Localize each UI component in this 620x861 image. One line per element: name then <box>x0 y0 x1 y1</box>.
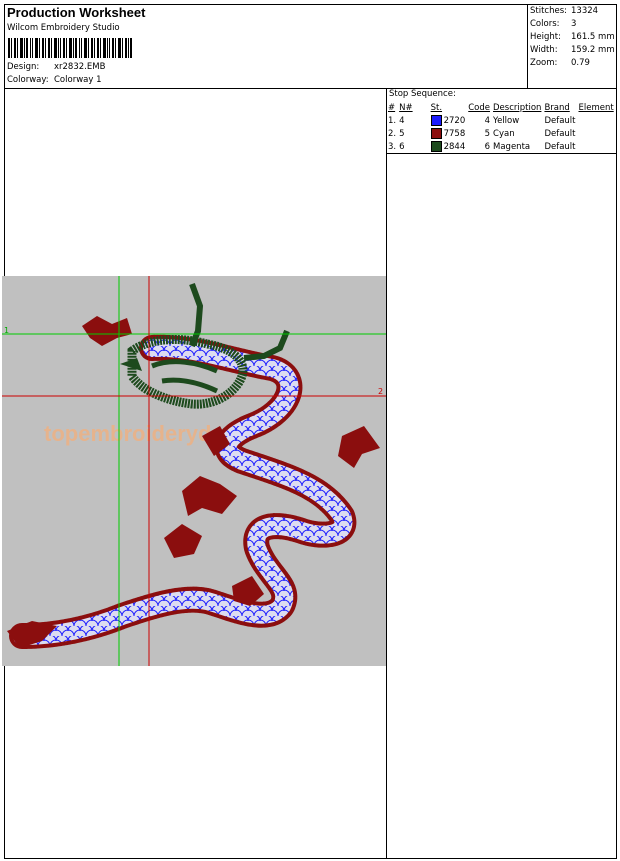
marker-1: 1 <box>4 326 9 335</box>
marker-2: 2 <box>378 387 383 396</box>
element-type <box>579 127 617 140</box>
colorway-value: Colorway 1 <box>54 75 102 85</box>
color-code: 5 <box>484 128 491 139</box>
stat-label: Colors: <box>530 18 560 29</box>
thread-brand: Default <box>544 141 576 152</box>
dragon-embroidery-image: topembroideryd... 1 2 <box>2 276 386 666</box>
color-code: 4 <box>484 115 491 126</box>
stat-value: 159.2 mm <box>571 44 615 55</box>
color-description: Cyan <box>493 128 515 139</box>
row-number: 1. <box>388 115 397 126</box>
stat-height: Height: 161.5 mm <box>530 30 615 43</box>
stitch-count: 2720 <box>443 116 466 126</box>
stitch-count: 7758 <box>443 129 466 139</box>
column-header: Brand <box>544 102 570 113</box>
stat-label: Width: <box>530 44 558 55</box>
element-type <box>579 114 617 127</box>
stat-colors: Colors: 3 <box>530 17 615 30</box>
column-divider <box>386 88 387 859</box>
row-number: 2. <box>388 128 397 139</box>
stitch-count-cell: 2844 <box>430 140 469 153</box>
stop-sequence-title: Stop Sequence: <box>389 89 456 99</box>
table-row: 2. 5 7758 5 Cyan Default <box>388 127 617 140</box>
stat-value: 161.5 mm <box>571 31 615 42</box>
stop-sequence-table: # N# St. Code Description Brand Element … <box>388 101 617 153</box>
element-type <box>579 140 617 153</box>
table-row: 1. 4 2720 4 Yellow Default <box>388 114 617 127</box>
color-description: Yellow <box>493 115 520 126</box>
stat-value: 0.79 <box>571 57 590 68</box>
stats-divider <box>527 4 528 88</box>
stitch-count: 2844 <box>443 142 466 152</box>
stat-label: Height: <box>530 31 561 42</box>
row-number: 3. <box>388 141 397 152</box>
stat-stitches: Stitches: 13324 <box>530 4 615 17</box>
header-divider <box>4 88 617 89</box>
color-description: Magenta <box>493 141 531 152</box>
stitch-count-cell: 7758 <box>430 127 469 140</box>
color-swatch <box>430 128 442 139</box>
thread-brand: Default <box>544 128 576 139</box>
stat-label: Zoom: <box>530 57 558 68</box>
needle-number: 4 <box>399 115 405 126</box>
stop-sequence-header: # N# St. Code Description Brand Element <box>388 101 617 114</box>
column-header: Code <box>468 102 491 113</box>
stat-value: 3 <box>571 18 577 29</box>
column-header: Element <box>578 102 614 113</box>
stat-value: 13324 <box>571 5 599 16</box>
needle-number: 5 <box>399 128 405 139</box>
stat-width: Width: 159.2 mm <box>530 43 615 56</box>
page-title: Production Worksheet <box>7 5 146 20</box>
stops-bottom-divider <box>386 153 617 154</box>
stitch-count-cell: 2720 <box>430 114 469 127</box>
stat-label: Stitches: <box>530 5 568 16</box>
design-value: xr2832.EMB <box>54 62 106 72</box>
thread-brand: Default <box>544 115 576 126</box>
color-code: 6 <box>484 141 491 152</box>
column-header: N# <box>399 102 413 113</box>
column-header: St. <box>430 102 443 113</box>
stat-zoom: Zoom: 0.79 <box>530 56 615 69</box>
design-stats: Stitches: 13324 Colors: 3 Height: 161.5 mm … <box>530 4 615 69</box>
color-swatch <box>430 141 442 152</box>
design-preview: topembroideryd... 1 2 <box>2 276 386 666</box>
needle-number: 6 <box>399 141 405 152</box>
watermark-text: topembroideryd... <box>44 421 230 446</box>
table-row: 3. 6 2844 6 Magenta Default <box>388 140 617 153</box>
column-header: Description <box>493 102 542 113</box>
colorway-label: Colorway: <box>7 75 49 85</box>
barcode-image <box>8 38 132 58</box>
design-label: Design: <box>7 62 40 72</box>
column-header: # <box>388 102 396 113</box>
color-swatch <box>430 115 442 126</box>
software-name: Wilcom Embroidery Studio <box>7 23 120 33</box>
